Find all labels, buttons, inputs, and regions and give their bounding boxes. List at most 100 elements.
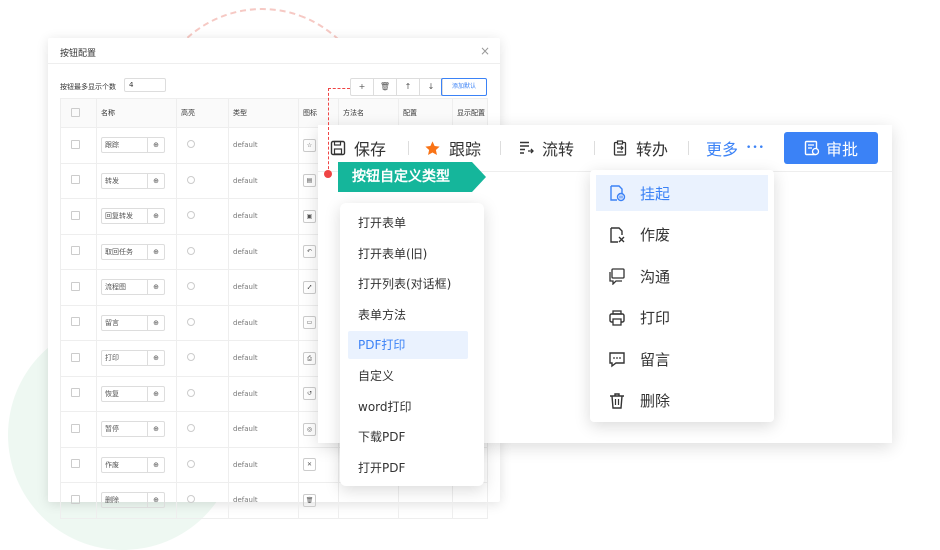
globe-icon[interactable]: ⊕ — [147, 209, 164, 224]
name-input[interactable]: 暂停 ⊕ — [101, 421, 165, 438]
button-icon[interactable]: ▭ — [303, 316, 316, 330]
type-menu-item[interactable]: 打开列表(对话框) — [348, 270, 468, 298]
button-icon[interactable]: ↶ — [303, 245, 316, 259]
globe-icon[interactable]: ⊕ — [147, 457, 164, 472]
flow-button[interactable]: 流转 — [518, 137, 574, 159]
highlight-radio[interactable] — [187, 459, 195, 468]
name-cell: 跟踪 ⊕ — [96, 127, 177, 164]
globe-icon[interactable]: ⊕ — [147, 315, 164, 330]
globe-icon[interactable]: ⊕ — [147, 244, 164, 259]
highlight-radio[interactable] — [187, 424, 195, 433]
more-menu-item[interactable]: 作废 — [596, 217, 768, 253]
name-input[interactable]: 作废 ⊕ — [101, 456, 165, 473]
button-icon[interactable]: ▣ — [303, 209, 316, 223]
globe-icon[interactable]: ⊕ — [147, 173, 164, 188]
type-menu-item[interactable]: 表单方法 — [348, 301, 468, 329]
name-input[interactable]: 取回任务 ⊕ — [101, 243, 165, 260]
row-checkbox[interactable] — [71, 317, 80, 327]
button-icon[interactable]: 🗑 — [303, 493, 316, 507]
highlight-radio[interactable] — [187, 211, 195, 220]
type-menu-item[interactable]: 打开PDF — [348, 454, 468, 482]
more-menu-label: 删除 — [640, 392, 671, 410]
connector-dot — [324, 170, 332, 178]
more-menu-item[interactable]: 打印 — [596, 300, 768, 336]
button-icon[interactable]: ↺ — [303, 387, 316, 401]
globe-icon[interactable]: ⊕ — [147, 422, 164, 437]
highlight-radio[interactable] — [187, 495, 195, 504]
row-checkbox[interactable] — [71, 352, 80, 362]
row-checkbox[interactable] — [71, 388, 80, 398]
name-input[interactable]: 删除 ⊕ — [101, 492, 165, 509]
type-cell: default — [228, 233, 299, 270]
row-checkbox[interactable] — [71, 423, 80, 433]
type-menu-item[interactable]: 自定义 — [348, 362, 468, 390]
add-row-button[interactable]: + — [351, 79, 374, 95]
row-checkbox[interactable] — [71, 139, 80, 149]
add-default-button[interactable]: 添加默认 — [441, 78, 487, 96]
track-button[interactable]: 跟踪 — [424, 137, 481, 159]
save-button[interactable]: 保存 — [330, 137, 386, 159]
transfer-button[interactable]: 转办 — [612, 137, 668, 159]
move-down-button[interactable]: ↓ — [420, 79, 442, 95]
connector-line — [328, 88, 329, 174]
highlight-radio[interactable] — [187, 140, 195, 149]
row-checkbox[interactable] — [71, 281, 80, 291]
row-select-cell — [60, 233, 97, 270]
globe-icon[interactable]: ⊕ — [147, 386, 164, 401]
globe-icon[interactable]: ⊕ — [147, 351, 164, 366]
type-menu-item[interactable]: 打开表单(旧) — [348, 240, 468, 268]
row-checkbox[interactable] — [71, 246, 80, 256]
name-input[interactable]: 回复转发 ⊕ — [101, 208, 165, 225]
close-icon[interactable]: × — [480, 44, 490, 58]
more-menu-item[interactable]: 删除 — [596, 383, 768, 419]
name-cell: 取回任务 ⊕ — [96, 233, 177, 270]
button-icon[interactable]: ⎙ — [303, 351, 316, 365]
highlight-radio[interactable] — [187, 282, 195, 291]
button-icon[interactable]: ▤ — [303, 174, 316, 188]
col-name: 名称 — [96, 98, 177, 128]
highlight-radio[interactable] — [187, 353, 195, 362]
type-menu-item[interactable]: PDF打印 — [348, 331, 468, 360]
type-menu-item[interactable]: 打开表单 — [348, 209, 468, 237]
button-name: 恢复 — [105, 389, 119, 398]
name-input[interactable]: 转发 ⊕ — [101, 172, 165, 189]
name-input[interactable]: 留言 ⊕ — [101, 314, 165, 331]
row-checkbox[interactable] — [71, 494, 80, 504]
icon-cell: 🗑 — [298, 482, 339, 519]
highlight-radio[interactable] — [187, 317, 195, 326]
row-select-cell — [60, 375, 97, 412]
highlight-radio[interactable] — [187, 246, 195, 255]
toolbar-divider — [408, 141, 409, 155]
delete-row-button[interactable]: 🗑 — [374, 79, 397, 95]
type-menu-item[interactable]: word打印 — [348, 393, 468, 421]
globe-icon[interactable]: ⊕ — [147, 493, 164, 508]
row-checkbox[interactable] — [71, 459, 80, 469]
name-input[interactable]: 恢复 ⊕ — [101, 385, 165, 402]
more-menu-item[interactable]: 沟通 — [596, 258, 768, 294]
more-menu-item[interactable]: 留言 — [596, 341, 768, 377]
select-all-checkbox[interactable] — [71, 107, 80, 117]
button-name: 取回任务 — [105, 247, 133, 256]
button-icon[interactable]: ⑇ — [303, 280, 316, 294]
name-cell: 转发 ⊕ — [96, 162, 177, 199]
name-input[interactable]: 打印 ⊕ — [101, 350, 165, 367]
button-icon[interactable]: ✕ — [303, 458, 316, 472]
more-menu-item[interactable]: 挂起 — [596, 175, 768, 211]
row-checkbox[interactable] — [71, 175, 80, 185]
globe-icon[interactable]: ⊕ — [147, 138, 164, 153]
button-icon[interactable]: ◎ — [303, 422, 316, 436]
button-icon[interactable]: ☆ — [303, 138, 316, 152]
globe-icon[interactable]: ⊕ — [147, 280, 164, 295]
highlight-radio[interactable] — [187, 175, 195, 184]
button-name: 留言 — [105, 318, 119, 327]
type-menu-item[interactable]: 下载PDF — [348, 423, 468, 451]
more-button[interactable]: 更多 ••• — [706, 137, 765, 159]
type-cell: default — [228, 198, 299, 235]
max-display-input[interactable]: 4 — [124, 78, 166, 92]
name-input[interactable]: 流程图 ⊕ — [101, 279, 165, 296]
highlight-radio[interactable] — [187, 388, 195, 397]
row-checkbox[interactable] — [71, 210, 80, 220]
move-up-button[interactable]: ↑ — [397, 79, 420, 95]
name-input[interactable]: 跟踪 ⊕ — [101, 137, 165, 154]
approve-button[interactable]: 审批 — [784, 132, 878, 164]
